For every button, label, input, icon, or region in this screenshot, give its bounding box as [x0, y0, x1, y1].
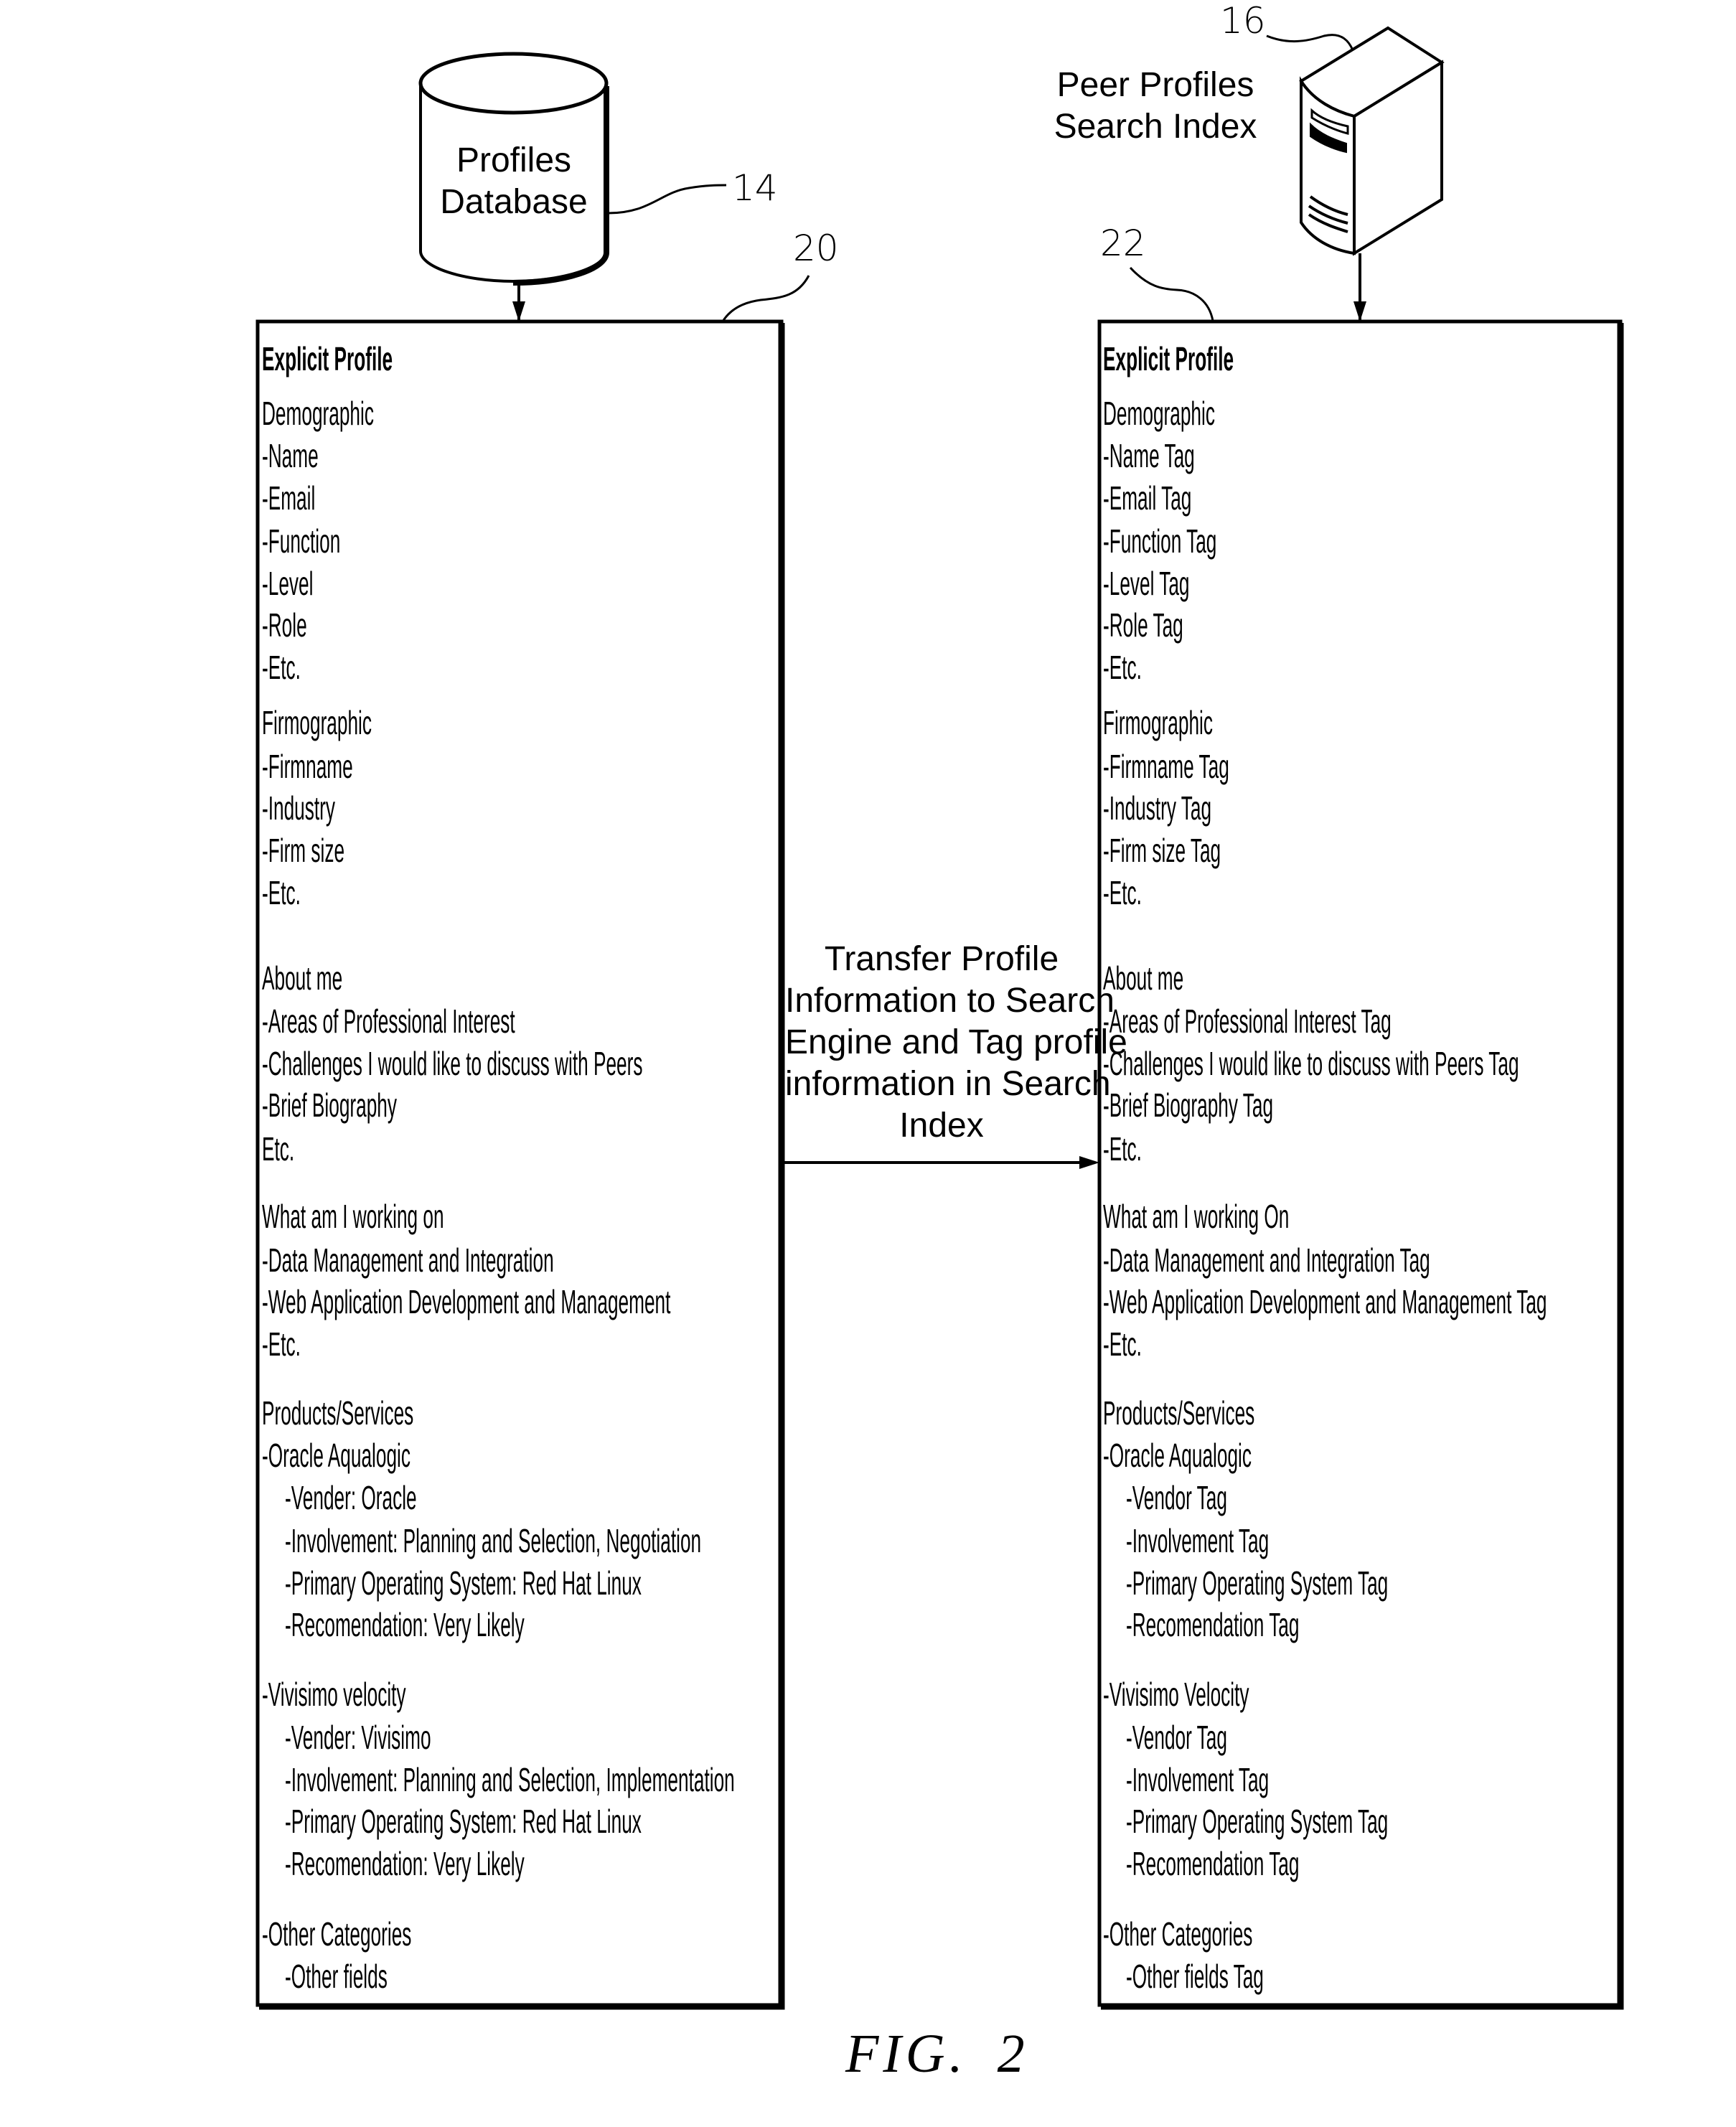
box-item: What am I working on: [262, 1198, 444, 1235]
box-item: Firmographic: [1103, 704, 1214, 741]
box-item: -Name Tag: [1103, 437, 1195, 474]
box-subitem: -Primary Operating System: Red Hat Linux: [285, 1564, 642, 1602]
box-subitem: -Recomendation: Very Likely: [285, 1845, 525, 1882]
box-subitem: -Vendor Tag: [1126, 1479, 1227, 1516]
box-item: -Other Categories: [1103, 1915, 1253, 1953]
box-item: Etc.: [262, 1130, 295, 1168]
box-item: Demographic: [1103, 395, 1215, 432]
box-item: About me: [262, 959, 343, 997]
box-item: -Role: [262, 606, 307, 644]
box-item: -Etc.: [262, 1325, 301, 1363]
box-item: -Etc.: [262, 649, 301, 686]
box-item: -Firmname: [262, 748, 353, 785]
profiles-database-label: Profiles Database: [421, 140, 607, 223]
search-index-label-line1: Peer Profiles: [1056, 66, 1254, 104]
box-heading: Explicit Profile: [1103, 340, 1234, 377]
box-item: -Industry Tag: [1103, 789, 1212, 827]
leader-line-16: [1266, 34, 1354, 51]
box-subitem: -Involvement: Planning and Selection, Ne…: [285, 1522, 702, 1559]
arrow-search-index-to-tagged-profile: [1353, 253, 1366, 321]
figure-caption-number: 2: [997, 2024, 1029, 2084]
figure-caption: FIG. 2: [845, 2027, 1029, 2081]
box-item: -Vivisimo velocity: [262, 1676, 406, 1713]
box-item: -Etc.: [1103, 1130, 1142, 1168]
box-item: -Other Categories: [262, 1915, 412, 1953]
box-item: -Brief Biography: [262, 1086, 398, 1124]
box-item: -Vivisimo Velocity: [1103, 1676, 1249, 1713]
box-item: Products/Services: [262, 1394, 414, 1432]
box-item: -Web Application Development and Managem…: [262, 1283, 671, 1320]
ref-number-14: 14: [732, 167, 778, 209]
box-subitem: -Primary Operating System Tag: [1126, 1803, 1389, 1840]
box-subitem: -Other fields: [285, 1958, 388, 1995]
box-subitem: -Recomendation: Very Likely: [285, 1606, 525, 1643]
box-item: -Role Tag: [1103, 606, 1183, 644]
leader-line-22: [1129, 266, 1214, 321]
box-item: -Firmname Tag: [1103, 748, 1229, 785]
box-subitem: -Involvement Tag: [1126, 1761, 1270, 1798]
box-item: -Firm size Tag: [1103, 832, 1221, 869]
ref-number-22: 22: [1100, 222, 1146, 264]
box-subitem: -Recomendation Tag: [1126, 1845, 1300, 1882]
box-item: -Name: [262, 437, 319, 474]
box-item: -Areas of Professional Interest Tag: [1103, 1003, 1392, 1040]
box-subitem: -Primary Operating System Tag: [1126, 1564, 1389, 1602]
transfer-label-line: Transfer Profile: [824, 940, 1059, 978]
box-item: -Level Tag: [1103, 565, 1190, 602]
box-item: Firmographic: [262, 704, 372, 741]
arrow-database-to-explicit-profile: [512, 281, 525, 321]
box-subitem: -Other fields Tag: [1126, 1958, 1264, 1995]
transfer-label-line: information in Search: [785, 1065, 1111, 1103]
box-item: -Firm size: [262, 832, 345, 869]
box-item: -Challenges I would like to discuss with…: [1103, 1045, 1519, 1082]
box-item: -Level: [262, 565, 314, 602]
box-item: -Challenges I would like to discuss with…: [262, 1045, 643, 1082]
leader-line-20: [721, 275, 810, 322]
box-item: -Oracle Aqualogic: [1103, 1437, 1252, 1474]
box-heading: Explicit Profile: [262, 340, 393, 377]
box-item: Products/Services: [1103, 1394, 1255, 1432]
box-subitem: -Recomendation Tag: [1126, 1606, 1300, 1643]
figure-caption-label: FIG.: [845, 2024, 967, 2084]
ref-number-16: 16: [1220, 0, 1266, 42]
transfer-label-line: Information to Search: [785, 982, 1115, 1020]
box-item: -Etc.: [1103, 874, 1142, 911]
box-item: About me: [1103, 959, 1184, 997]
box-subitem: -Vendor Tag: [1126, 1719, 1227, 1756]
box-item: -Data Management and Integration Tag: [1103, 1241, 1430, 1279]
box-item: -Function: [262, 522, 341, 560]
server-tower-icon: [1299, 26, 1445, 256]
box-item: -Brief Biography Tag: [1103, 1086, 1274, 1124]
search-index-label: Peer Profiles Search Index: [1041, 65, 1270, 148]
patent-figure-2: Profiles Database 14 Peer Profiles Searc…: [0, 0, 1736, 2127]
profiles-database-label-line2: Database: [440, 183, 588, 221]
search-index-label-line2: Search Index: [1054, 108, 1257, 146]
box-item: -Function Tag: [1103, 522, 1217, 560]
box-item: -Areas of Professional Interest: [262, 1003, 515, 1040]
box-subitem: -Vender: Oracle: [285, 1479, 417, 1516]
box-item: -Industry: [262, 789, 336, 827]
transfer-label-line: Index: [899, 1107, 984, 1145]
ref-number-20: 20: [793, 227, 839, 269]
box-subitem: -Involvement Tag: [1126, 1522, 1270, 1559]
box-subitem: -Involvement: Planning and Selection, Im…: [285, 1761, 735, 1798]
box-item: -Email Tag: [1103, 479, 1192, 517]
box-subitem: -Primary Operating System: Red Hat Linux: [285, 1803, 642, 1840]
box-item: -Data Management and Integration: [262, 1241, 554, 1279]
box-subitem: -Vender: Vivisimo: [285, 1719, 431, 1756]
box-item: Demographic: [262, 395, 374, 432]
box-item: -Oracle Aqualogic: [262, 1437, 410, 1474]
transfer-profile-label: Transfer Profile Information to Search E…: [785, 939, 1127, 1147]
leader-line-14: [606, 184, 727, 215]
box-item: -Etc.: [262, 874, 301, 911]
transfer-label-line: Engine and Tag profile: [785, 1023, 1127, 1061]
box-item: -Web Application Development and Managem…: [1103, 1283, 1547, 1320]
box-item: -Email: [262, 479, 316, 517]
box-item: What am I working On: [1103, 1198, 1290, 1235]
box-item: -Etc.: [1103, 649, 1142, 686]
profiles-database-label-line1: Profiles: [456, 141, 572, 179]
box-item: -Etc.: [1103, 1325, 1142, 1363]
arrow-transfer-profile: [783, 1156, 1099, 1169]
